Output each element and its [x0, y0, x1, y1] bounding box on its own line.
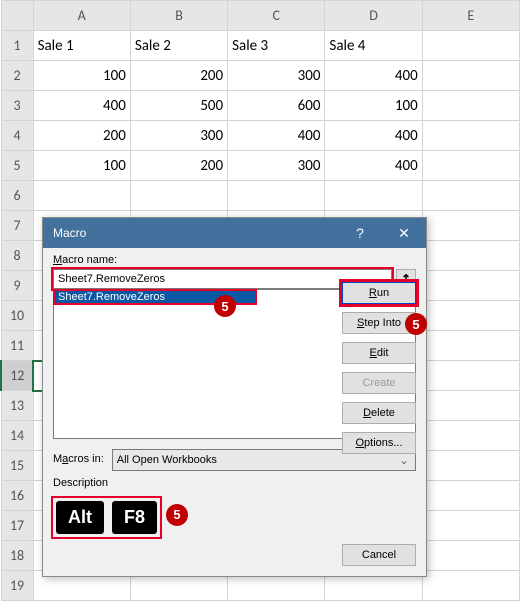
cell-E5[interactable]: [422, 151, 519, 181]
row-header-10[interactable]: 10: [1, 301, 33, 331]
row-header-9[interactable]: 9: [1, 271, 33, 301]
help-icon[interactable]: ?: [338, 218, 382, 248]
edit-button[interactable]: Edit: [342, 342, 416, 364]
row-header-15[interactable]: 15: [1, 451, 33, 481]
create-button: Create: [342, 372, 416, 394]
cell[interactable]: [422, 181, 519, 211]
row-header-11[interactable]: 11: [1, 331, 33, 361]
cell[interactable]: [422, 451, 519, 481]
cell-D5[interactable]: 400: [325, 151, 422, 181]
close-icon[interactable]: ✕: [382, 218, 426, 248]
options-button[interactable]: Options...: [342, 432, 416, 454]
dialog-title: Macro: [53, 226, 86, 240]
delete-button[interactable]: Delete: [342, 402, 416, 424]
cell-A1[interactable]: Sale 1: [33, 31, 130, 61]
col-header-A[interactable]: A: [33, 1, 130, 31]
annotation-badge: 5: [405, 313, 427, 335]
row-header-16[interactable]: 16: [1, 481, 33, 511]
cell-B5[interactable]: 200: [130, 151, 227, 181]
macro-name-label: MMacro name:acro name:: [53, 254, 416, 266]
row-header-17[interactable]: 17: [1, 511, 33, 541]
cell[interactable]: [325, 181, 422, 211]
cell-D4[interactable]: 400: [325, 121, 422, 151]
cell-D3[interactable]: 100: [325, 91, 422, 121]
macros-in-label: Macros in:: [53, 453, 104, 465]
row-header-2[interactable]: 2: [1, 61, 33, 91]
row-header-18[interactable]: 18: [1, 541, 33, 571]
cell[interactable]: [422, 301, 519, 331]
row-header-6[interactable]: 6: [1, 181, 33, 211]
row-header-1[interactable]: 1: [1, 31, 33, 61]
row-header-12[interactable]: 12: [1, 361, 33, 391]
cell-B4[interactable]: 300: [130, 121, 227, 151]
macros-in-value: All Open Workbooks: [117, 454, 217, 466]
select-all-corner[interactable]: [1, 1, 33, 31]
cell-A3[interactable]: 400: [33, 91, 130, 121]
row-header-4[interactable]: 4: [1, 121, 33, 151]
run-button[interactable]: Run: [342, 282, 416, 304]
cell[interactable]: [422, 271, 519, 301]
annotation-badge: 5: [166, 504, 188, 526]
cell[interactable]: [33, 181, 130, 211]
cell-D2[interactable]: 400: [325, 61, 422, 91]
key-f8: F8: [112, 501, 157, 534]
cell[interactable]: [422, 511, 519, 541]
key-alt: Alt: [56, 501, 104, 534]
cell-A2[interactable]: 100: [33, 61, 130, 91]
cell-A4[interactable]: 200: [33, 121, 130, 151]
cell[interactable]: [130, 181, 227, 211]
cell[interactable]: [422, 481, 519, 511]
cell-E1[interactable]: [422, 31, 519, 61]
cell[interactable]: [422, 541, 519, 571]
cell[interactable]: [422, 211, 519, 241]
row-header-5[interactable]: 5: [1, 151, 33, 181]
cell-C3[interactable]: 600: [228, 91, 325, 121]
shortcut-annotation: Alt F8: [53, 498, 160, 537]
cancel-button[interactable]: Cancel: [342, 544, 416, 566]
cell-C2[interactable]: 300: [228, 61, 325, 91]
col-header-D[interactable]: D: [325, 1, 422, 31]
cell-C4[interactable]: 400: [228, 121, 325, 151]
cell[interactable]: [228, 181, 325, 211]
cell[interactable]: [422, 421, 519, 451]
cell-E4[interactable]: [422, 121, 519, 151]
col-header-B[interactable]: B: [130, 1, 227, 31]
macro-dialog: Macro ? ✕ MMacro name:acro name: Sheet7.…: [42, 217, 427, 577]
cell-E2[interactable]: [422, 61, 519, 91]
cell[interactable]: [422, 241, 519, 271]
row-header-3[interactable]: 3: [1, 91, 33, 121]
row-header-8[interactable]: 8: [1, 241, 33, 271]
chevron-down-icon: ⌄: [397, 454, 411, 467]
dialog-titlebar[interactable]: Macro ? ✕: [43, 218, 426, 248]
cell-B2[interactable]: 200: [130, 61, 227, 91]
cell-B3[interactable]: 500: [130, 91, 227, 121]
description-label: Description: [53, 477, 416, 489]
cell-C1[interactable]: Sale 3: [228, 31, 325, 61]
col-header-C[interactable]: C: [228, 1, 325, 31]
cell[interactable]: [422, 391, 519, 421]
row-header-14[interactable]: 14: [1, 421, 33, 451]
cell[interactable]: [422, 361, 519, 391]
cell[interactable]: [422, 331, 519, 361]
row-header-19[interactable]: 19: [1, 571, 33, 601]
annotation-badge: 5: [214, 295, 236, 317]
cell[interactable]: [422, 571, 519, 601]
step-into-button[interactable]: Step Into 5: [342, 312, 416, 334]
cell-D1[interactable]: Sale 4: [325, 31, 422, 61]
col-header-E[interactable]: E: [422, 1, 519, 31]
row-header-13[interactable]: 13: [1, 391, 33, 421]
cell-A5[interactable]: 100: [33, 151, 130, 181]
row-header-7[interactable]: 7: [1, 211, 33, 241]
cell-C5[interactable]: 300: [228, 151, 325, 181]
cell-E3[interactable]: [422, 91, 519, 121]
cell-B1[interactable]: Sale 2: [130, 31, 227, 61]
